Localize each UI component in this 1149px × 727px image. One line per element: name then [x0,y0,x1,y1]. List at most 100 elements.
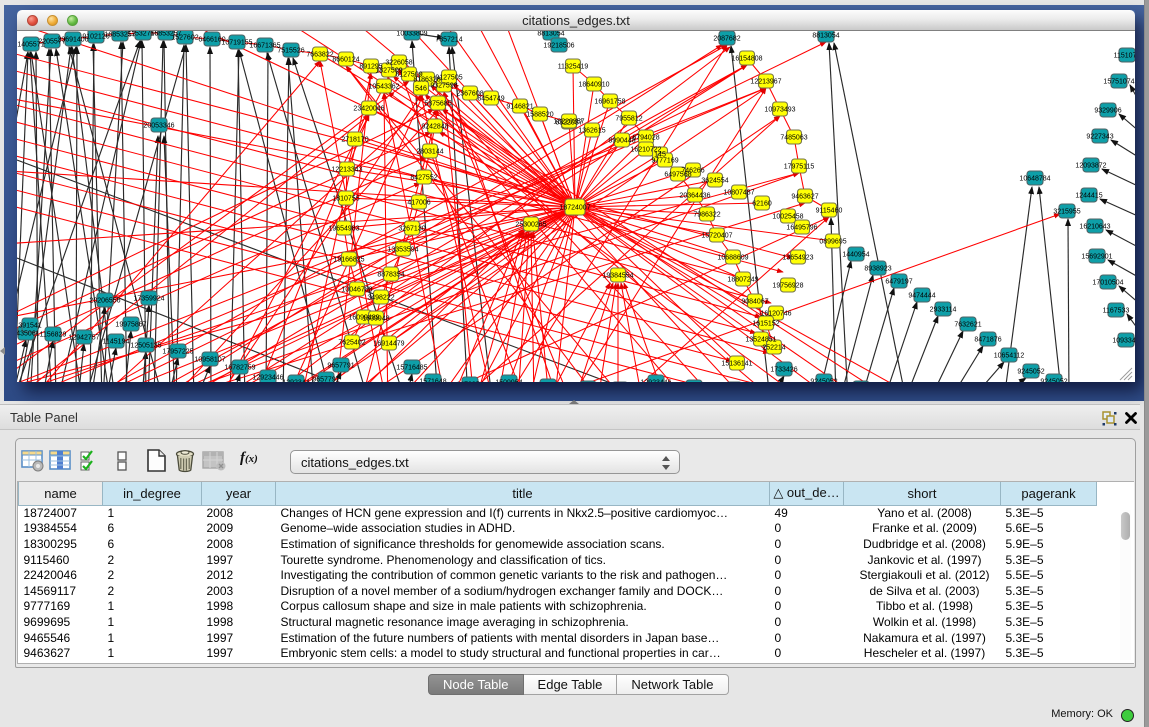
svg-text:7515526: 7515526 [277,47,304,54]
svg-text:16961758: 16961758 [594,98,625,105]
svg-text:10025458: 10025458 [772,213,803,220]
svg-text:9474444: 9474444 [908,292,935,299]
svg-text:2933114: 2933114 [930,306,957,313]
svg-text:10543362: 10543362 [368,83,399,90]
svg-text:12942757: 12942757 [68,334,99,341]
svg-text:12093872: 12093872 [1075,162,1106,169]
svg-text:19654983: 19654983 [328,225,359,232]
svg-text:9245052: 9245052 [1017,368,1044,375]
svg-text:9242848: 9242848 [421,123,448,130]
svg-text:8471876: 8471876 [974,336,1001,343]
svg-text:20053346: 20053346 [143,122,174,129]
svg-text:1292344: 1292344 [282,379,309,382]
svg-text:17957225: 17957225 [162,348,193,355]
svg-text:16210643: 16210643 [1079,223,1110,230]
svg-text:9146821: 9146821 [506,103,533,110]
svg-text:12213343: 12213343 [331,166,362,173]
svg-text:7632621: 7632621 [954,321,981,328]
svg-text:10033809: 10033809 [396,31,427,37]
svg-text:15716485: 15716485 [396,364,427,371]
svg-text:8878354: 8878354 [377,271,404,278]
svg-text:13654923: 13654923 [782,254,813,261]
svg-text:18807249: 18807249 [727,276,758,283]
svg-text:15720407: 15720407 [701,232,732,239]
svg-text:546: 546 [415,85,427,92]
svg-text:19975867: 19975867 [115,321,146,328]
svg-text:2087682: 2087682 [713,35,740,42]
svg-text:746266: 746266 [681,167,704,174]
svg-text:10648784: 10648784 [1019,175,1050,182]
svg-text:7857214: 7857214 [435,36,462,43]
svg-text:1609948: 1609948 [362,315,389,322]
svg-text:16495796: 16495796 [786,224,817,231]
svg-text:9657791: 9657791 [327,362,354,369]
svg-text:1615152: 1615152 [752,320,779,327]
svg-text:19384554: 19384554 [602,272,633,279]
svg-text:18640910: 18640910 [578,81,609,88]
svg-text:16914479: 16914479 [373,340,404,347]
svg-text:17010504: 17010504 [1092,279,1123,286]
svg-text:1509954: 1509954 [495,379,522,382]
svg-text:19756928: 19756928 [772,282,803,289]
svg-text:391541: 391541 [18,322,41,329]
svg-text:1244415: 1244415 [1075,192,1102,199]
svg-text:19166825: 19166825 [333,256,364,263]
svg-text:15751074: 15751074 [1103,78,1134,85]
svg-text:1156829: 1156829 [40,331,67,338]
svg-text:0899695: 0899695 [819,238,846,245]
svg-text:9463627: 9463627 [791,193,818,200]
svg-text:8660124: 8660124 [332,56,359,63]
svg-text:13524851: 13524851 [745,336,776,343]
svg-text:7625402: 7625402 [338,339,365,346]
svg-text:8813054: 8813054 [812,32,839,39]
svg-text:3624554: 3624554 [701,177,728,184]
svg-text:23420046: 23420046 [353,105,384,112]
svg-text:10046788: 10046788 [341,286,372,293]
svg-text:9115460: 9115460 [816,207,843,214]
svg-text:12923446: 12923446 [252,374,283,381]
svg-text:9657791: 9657791 [312,376,339,382]
svg-text:10688609: 10688609 [717,254,748,261]
svg-text:9327598: 9327598 [430,82,457,89]
svg-text:9084067: 9084067 [741,298,768,305]
svg-text:252214: 252214 [762,344,785,351]
svg-text:16154808: 16154808 [731,55,762,62]
svg-text:1733426: 1733426 [770,366,797,373]
svg-text:417006: 417006 [407,199,430,206]
svg-text:1527602: 1527602 [171,34,198,41]
svg-text:8938923: 8938923 [864,265,891,272]
svg-text:18220357: 18220357 [553,118,584,125]
svg-text:8813054: 8813054 [537,31,564,37]
svg-text:20364436: 20364436 [679,192,710,199]
svg-text:5875685: 5875685 [424,100,451,107]
svg-text:1571648: 1571648 [419,378,446,382]
svg-text:1151074: 1151074 [1114,52,1135,59]
svg-text:8427552: 8427552 [410,174,437,181]
svg-text:9245052: 9245052 [810,378,837,382]
svg-text:25300265: 25300265 [515,221,546,228]
svg-text:16671365: 16671365 [249,42,280,49]
svg-text:6794028: 6794028 [632,134,659,141]
svg-text:3498222: 3498222 [367,294,394,301]
svg-text:10719155: 10719155 [221,39,252,46]
svg-text:13353594: 13353594 [387,246,418,253]
svg-text:11325419: 11325419 [558,63,589,70]
svg-text:16782759: 16782759 [224,364,255,371]
svg-text:9245052: 9245052 [1040,378,1067,382]
svg-text:1588520: 1588520 [526,111,553,118]
svg-text:8454749: 8454749 [477,95,504,102]
svg-text:12505135: 12505135 [130,342,161,349]
svg-text:7485063: 7485063 [780,134,807,141]
svg-text:7663822: 7663822 [306,51,333,58]
svg-text:6479197: 6479197 [885,278,912,285]
svg-text:2718170: 2718170 [341,136,368,143]
svg-text:1440954: 1440954 [842,251,869,258]
svg-text:18724007: 18724007 [559,204,590,211]
svg-text:9329906: 9329906 [1094,107,1121,114]
svg-text:4435061: 4435061 [17,330,40,337]
svg-text:10958107: 10958107 [194,356,225,363]
svg-text:15136141: 15136141 [721,360,752,367]
svg-text:10973493: 10973493 [764,106,795,113]
svg-text:10654112: 10654112 [994,352,1025,359]
svg-text:3267130: 3267130 [398,225,425,232]
